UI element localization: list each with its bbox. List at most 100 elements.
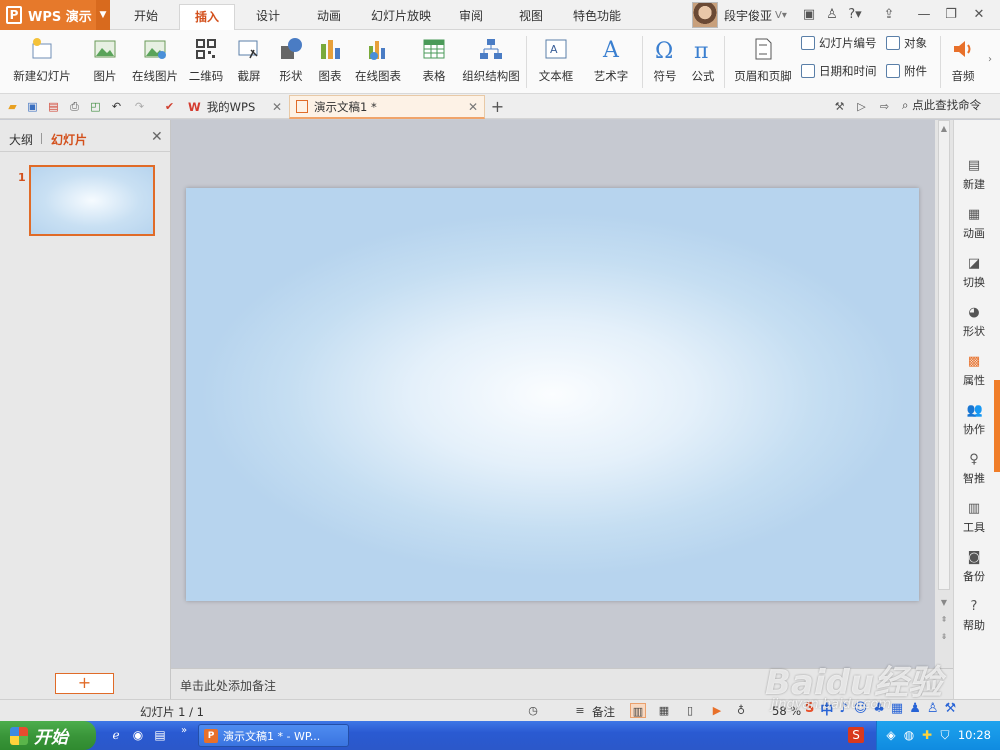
vertical-scrollbar[interactable]: ▲ ▼ ⇞ ⇟ [935, 120, 953, 668]
tab-slides[interactable]: 幻灯片 [51, 131, 87, 148]
skin-tool-icon[interactable]: ⚒ [832, 99, 847, 114]
zoom-level[interactable]: 58 % [772, 704, 801, 718]
tray-icon-2[interactable]: ◍ [901, 727, 917, 743]
reading-view-icon[interactable]: ▯ [682, 703, 698, 718]
sidebar-backup[interactable]: ◙ 备份 [954, 550, 994, 584]
tab-design[interactable]: 设计 [242, 4, 294, 30]
sidebar-collapse-handle[interactable] [994, 380, 1000, 472]
table-button[interactable]: 表格 [414, 34, 454, 90]
qrcode-button[interactable]: 二维码 [186, 34, 226, 90]
chart-button[interactable]: 图表 [314, 34, 346, 90]
wrench-icon[interactable]: ⚒ [945, 701, 957, 716]
command-search[interactable]: ⌕ 点此查找命令 [902, 97, 981, 113]
scrollbar-thumb[interactable] [938, 120, 950, 590]
start-button[interactable]: 开始 [0, 721, 96, 750]
attachment-button[interactable]: 附件 [886, 61, 927, 81]
close-tab-icon[interactable]: ✕ [272, 100, 282, 114]
sidebar-new[interactable]: ▤ 新建 [954, 158, 994, 192]
tab-special[interactable]: 特色功能 [564, 4, 630, 30]
picture-button[interactable]: 图片 [86, 34, 124, 90]
doc-tool-icon[interactable]: ▷ [854, 99, 869, 114]
upload-icon[interactable]: ⇪ [880, 6, 898, 24]
restore-icon[interactable]: ❐ [942, 6, 960, 24]
tab-my-wps[interactable]: W 我的WPS ✕ [182, 95, 288, 119]
new-slide-button[interactable]: 新建幻灯片 [6, 34, 78, 90]
shield-icon[interactable]: ⛉ [937, 727, 953, 743]
tab-home[interactable]: 开始 [120, 4, 172, 30]
quick-launch-expand-icon[interactable]: » [176, 723, 192, 739]
username[interactable]: 段宇俊亚 [724, 7, 772, 24]
share-icon[interactable]: ⇨ [877, 99, 892, 114]
avatar[interactable] [692, 2, 718, 28]
sogou-s-icon[interactable]: S [805, 701, 814, 716]
tab-slideshow[interactable]: 幻灯片放映 [366, 4, 436, 30]
skin-shirt-icon[interactable]: ♙ [927, 701, 939, 716]
notes-placeholder[interactable]: 单击此处添加备注 [180, 677, 276, 694]
slide-number-button[interactable]: 幻灯片编号 [801, 33, 877, 53]
add-slide-button[interactable]: + [55, 673, 114, 694]
undo-icon[interactable]: ↶ [109, 99, 124, 114]
sidebar-tools[interactable]: ▥ 工具 [954, 501, 994, 535]
keyboard-icon[interactable]: ▦ [891, 701, 903, 716]
save-icon[interactable]: ▣ [25, 99, 40, 114]
app-menu-button[interactable]: P WPS 演示 ▼ [0, 0, 110, 30]
sogou-tray-icon[interactable]: S [848, 727, 864, 743]
taskbar-wps-window[interactable]: P 演示文稿1 * - WP... [198, 724, 349, 747]
shape-button[interactable]: 形状 [272, 34, 310, 90]
scroll-up-icon[interactable]: ▲ [938, 124, 950, 133]
online-picture-button[interactable]: 在线图片 [130, 34, 180, 90]
screenshot-button[interactable]: 截屏 [230, 34, 268, 90]
object-button[interactable]: 对象 [886, 33, 927, 53]
pin-icon[interactable]: ♁ [733, 703, 749, 718]
ribbon-scroll-right-icon[interactable]: › [988, 54, 992, 65]
play-icon[interactable]: ▶ [709, 703, 725, 718]
notes-pane[interactable]: 单击此处添加备注 [171, 668, 953, 699]
notes-icon[interactable]: ≡ [572, 703, 588, 718]
voice-icon[interactable]: ♣ [873, 701, 885, 716]
slide-sorter-icon[interactable]: ▦ [656, 703, 672, 718]
emoji-icon[interactable]: ☺ [854, 701, 868, 716]
formula-button[interactable]: π 公式 [688, 34, 718, 90]
tab-view[interactable]: 视图 [506, 4, 556, 30]
online-chart-button[interactable]: 在线图表 [349, 34, 407, 90]
tab-presentation1[interactable]: 演示文稿1 * ✕ [289, 95, 485, 119]
textbox-button[interactable]: A 文本框 [532, 34, 580, 90]
punctuation-icon[interactable]: ♪ [839, 701, 847, 716]
tab-animation[interactable]: 动画 [303, 4, 355, 30]
symbol-button[interactable]: Ω 符号 [646, 34, 684, 90]
open-icon[interactable]: ▰ [5, 99, 20, 114]
header-footer-button[interactable]: 页眉和页脚 [732, 34, 794, 90]
notes-toggle[interactable]: 备注 [592, 704, 615, 720]
print-icon[interactable]: ⎙ [67, 99, 82, 114]
tray-icon-3[interactable]: ✚ [919, 727, 935, 743]
user-icon[interactable]: ♟ [909, 701, 921, 716]
quick-launch-icon[interactable]: ◉ [130, 727, 146, 743]
user-area[interactable]: 段宇俊亚 V▾ [692, 0, 787, 30]
tray-icon-1[interactable]: ◈ [883, 727, 899, 743]
sidebar-recommend[interactable]: ♀ 智推 [954, 452, 994, 486]
show-desktop-icon[interactable]: ▤ [152, 727, 168, 743]
help-menu-icon[interactable]: ?▾ [846, 6, 864, 24]
sidebar-shape[interactable]: ◕ 形状 [954, 305, 994, 339]
org-chart-button[interactable]: 组织结构图 [460, 34, 522, 90]
tab-outline[interactable]: 大纲 [9, 131, 33, 148]
sidebar-animation[interactable]: ▦ 动画 [954, 207, 994, 241]
slide-thumbnail[interactable] [29, 165, 155, 236]
new-tab-icon[interactable]: + [490, 99, 505, 115]
close-panel-icon[interactable]: ✕ [151, 129, 163, 145]
sidebar-transition[interactable]: ◪ 切换 [954, 256, 994, 290]
print-preview-icon[interactable]: ◰ [88, 99, 103, 114]
tab-review[interactable]: 审阅 [446, 4, 496, 30]
close-icon[interactable]: ✕ [970, 6, 988, 24]
next-slide-icon[interactable]: ⇟ [938, 632, 950, 641]
slide-canvas[interactable] [186, 188, 919, 601]
history-icon[interactable]: ◷ [525, 703, 541, 718]
sidebar-help[interactable]: ? 帮助 [954, 599, 994, 633]
tab-insert[interactable]: 插入 [179, 4, 235, 30]
pdf-icon[interactable]: ▤ [46, 99, 61, 114]
customize-qa-icon[interactable]: ✔ [162, 99, 177, 114]
app-menu-chevron-icon[interactable]: ▼ [96, 0, 110, 30]
ime-toolbar[interactable]: S 中 ♪ ☺ ♣ ▦ ♟ ♙ ⚒ [805, 697, 1000, 719]
redo-icon[interactable]: ↷ [132, 99, 147, 114]
ie-icon[interactable]: ℯ [108, 727, 124, 743]
